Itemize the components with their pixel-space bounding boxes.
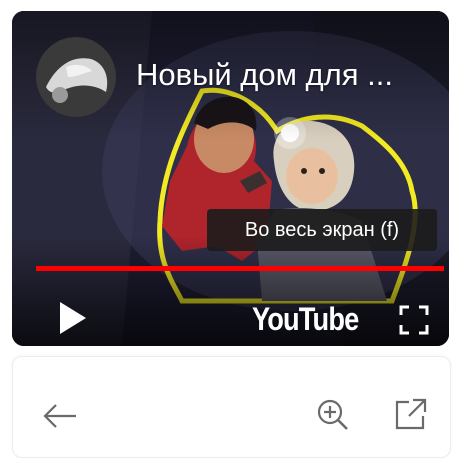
open-external-button[interactable]	[393, 396, 429, 432]
zoom-in-icon	[317, 399, 348, 430]
play-icon	[60, 302, 86, 334]
fullscreen-icon	[399, 305, 429, 335]
play-button[interactable]	[56, 300, 90, 336]
back-button[interactable]	[42, 402, 78, 430]
video-player[interactable]: Новый дом для ... Во весь экран (f) YouT…	[12, 11, 449, 346]
open-external-icon	[395, 398, 427, 430]
youtube-logo[interactable]: YouTube	[252, 301, 372, 337]
fullscreen-button[interactable]	[399, 305, 429, 335]
channel-avatar[interactable]	[36, 37, 116, 117]
progress-fill	[36, 266, 444, 271]
youtube-logo-text: YouTube	[252, 301, 359, 337]
video-title[interactable]: Новый дом для ...	[136, 57, 436, 93]
fullscreen-tooltip: Во весь экран (f)	[207, 209, 437, 251]
progress-bar[interactable]	[36, 266, 444, 271]
zoom-button[interactable]	[316, 398, 350, 432]
avatar-image	[36, 37, 116, 117]
arrow-left-icon	[43, 404, 76, 428]
